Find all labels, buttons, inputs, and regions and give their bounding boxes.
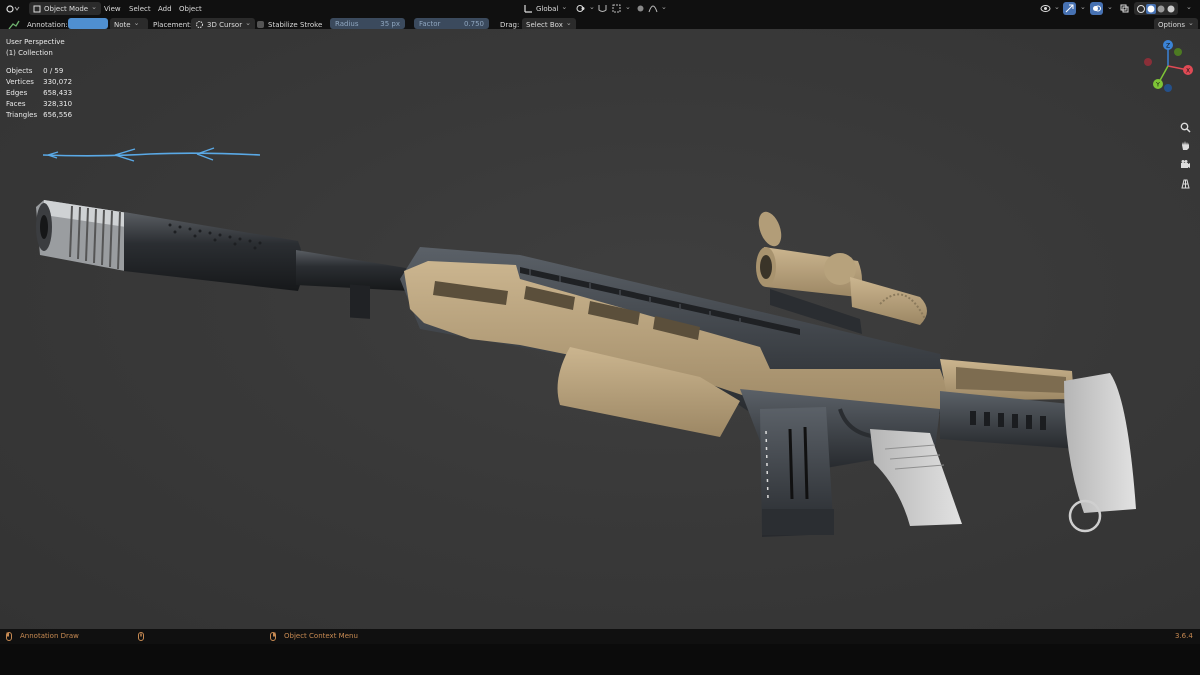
collection-name: (1) Collection <box>6 49 53 57</box>
stat-value: 330,072 <box>43 78 73 86</box>
stat-row: Faces 328,310 <box>6 99 78 110</box>
gizmo-y-label: Y <box>1155 82 1160 89</box>
mouse-right-icon <box>270 632 276 641</box>
solid-shading-icon[interactable] <box>1146 3 1156 14</box>
gizmo-z-label: Z <box>1166 43 1170 50</box>
camera-view-icon[interactable] <box>1177 156 1193 172</box>
zoom-icon[interactable] <box>1177 119 1193 135</box>
stat-row: Edges 658,433 <box>6 88 78 99</box>
stabilize-label: Stabilize Stroke <box>268 20 323 29</box>
visibility-icon[interactable] <box>1040 2 1060 15</box>
stat-value: 656,556 <box>43 111 73 119</box>
right-click-action: Object Context Menu <box>284 632 358 640</box>
proportional-edit-icon[interactable] <box>636 2 645 15</box>
stat-label: Faces <box>6 100 26 108</box>
navigation-gizmo[interactable]: Z Y X <box>1140 38 1196 94</box>
falloff-icon[interactable] <box>648 2 667 15</box>
snap-target-icon[interactable] <box>612 2 631 15</box>
factor-label: Factor <box>419 19 441 28</box>
factor-field[interactable]: Factor 0.750 <box>414 18 489 29</box>
stat-value: 658,433 <box>43 89 73 97</box>
mouse-middle-icon <box>138 632 144 641</box>
view-name: User Perspective <box>6 38 65 46</box>
pivot-point-icon[interactable] <box>576 2 595 15</box>
scene-statistics: Objects 0 / 59 Vertices 330,072 Edges 658,4… <box>6 66 78 121</box>
editor-type-icon[interactable] <box>6 2 20 15</box>
material-shading-icon[interactable] <box>1156 4 1166 14</box>
overlays-toggle-icon[interactable] <box>1090 2 1103 15</box>
snap-icon[interactable] <box>598 2 607 15</box>
status-bar: Annotation Draw Object Context Menu 3.6.… <box>0 629 1200 644</box>
placement-value: 3D Cursor <box>207 20 243 29</box>
pistol-grip <box>870 429 962 526</box>
rendered-shading-icon[interactable] <box>1166 4 1176 14</box>
left-click-action: Annotation Draw <box>20 632 79 640</box>
cursor-icon <box>195 20 204 29</box>
gizmo-toggle-icon[interactable] <box>1063 2 1076 15</box>
3d-viewport[interactable]: User Perspective (1) Collection Objects 0… <box>0 29 1200 629</box>
stat-row: Triangles 656,556 <box>6 110 78 121</box>
transform-orientation-icon <box>524 4 533 13</box>
stat-value: 328,310 <box>43 100 73 108</box>
menu-object[interactable]: Object <box>179 2 202 15</box>
perspective-grid-icon[interactable] <box>1177 175 1193 191</box>
stat-label: Triangles <box>6 111 38 119</box>
xray-icon[interactable] <box>1120 2 1129 15</box>
version-label: 3.6.4 <box>1175 632 1193 640</box>
rifle-model <box>36 147 1136 537</box>
object-mode-icon <box>33 5 41 13</box>
suppressor <box>124 212 303 291</box>
shading-modes <box>1134 2 1178 15</box>
menu-select[interactable]: Select <box>129 2 151 15</box>
butt-stock <box>1064 373 1136 513</box>
pan-hand-icon[interactable] <box>1177 137 1193 153</box>
gizmo-dropdown-icon[interactable] <box>1077 2 1086 15</box>
mode-dropdown[interactable]: Object Mode <box>29 2 101 15</box>
annotation-color-swatch[interactable] <box>68 18 108 29</box>
stat-value: 0 / 59 <box>43 67 64 75</box>
annotation-stroke <box>42 152 261 157</box>
menu-view[interactable]: View <box>104 2 121 15</box>
note-label: Note <box>114 20 131 29</box>
overlays-dropdown-icon[interactable] <box>1104 2 1113 15</box>
radius-label: Radius <box>335 19 359 28</box>
options-label: Options <box>1158 20 1186 29</box>
stat-row: Objects 0 / 59 <box>6 66 78 77</box>
mouse-left-icon <box>6 632 12 641</box>
stat-row: Vertices 330,072 <box>6 77 78 88</box>
stat-label: Objects <box>6 67 33 75</box>
muzzle-brake <box>36 200 128 271</box>
viewport-info: User Perspective (1) Collection <box>6 37 65 59</box>
mode-label: Object Mode <box>44 4 89 13</box>
letterbox-bottom <box>0 644 1200 675</box>
stat-label: Edges <box>6 89 28 97</box>
top-bar: Object Mode View Select Add Object Globa… <box>0 0 1200 31</box>
checkbox-box <box>257 21 264 28</box>
shading-dropdown-icon[interactable] <box>1183 2 1192 15</box>
menu-add[interactable]: Add <box>158 2 172 15</box>
wireframe-shading-icon[interactable] <box>1136 4 1146 14</box>
orientation-dropdown[interactable]: Global <box>524 2 567 15</box>
factor-value: 0.750 <box>463 19 484 28</box>
radius-value: 35 px <box>380 19 400 28</box>
gizmo-x-label: X <box>1186 68 1190 75</box>
radius-field[interactable]: Radius 35 px <box>330 18 405 29</box>
viewport-header: Object Mode View Select Add Object Globa… <box>0 1 1200 16</box>
orientation-label: Global <box>536 4 559 13</box>
stat-label: Vertices <box>6 78 34 86</box>
drag-value: Select Box <box>526 20 563 29</box>
